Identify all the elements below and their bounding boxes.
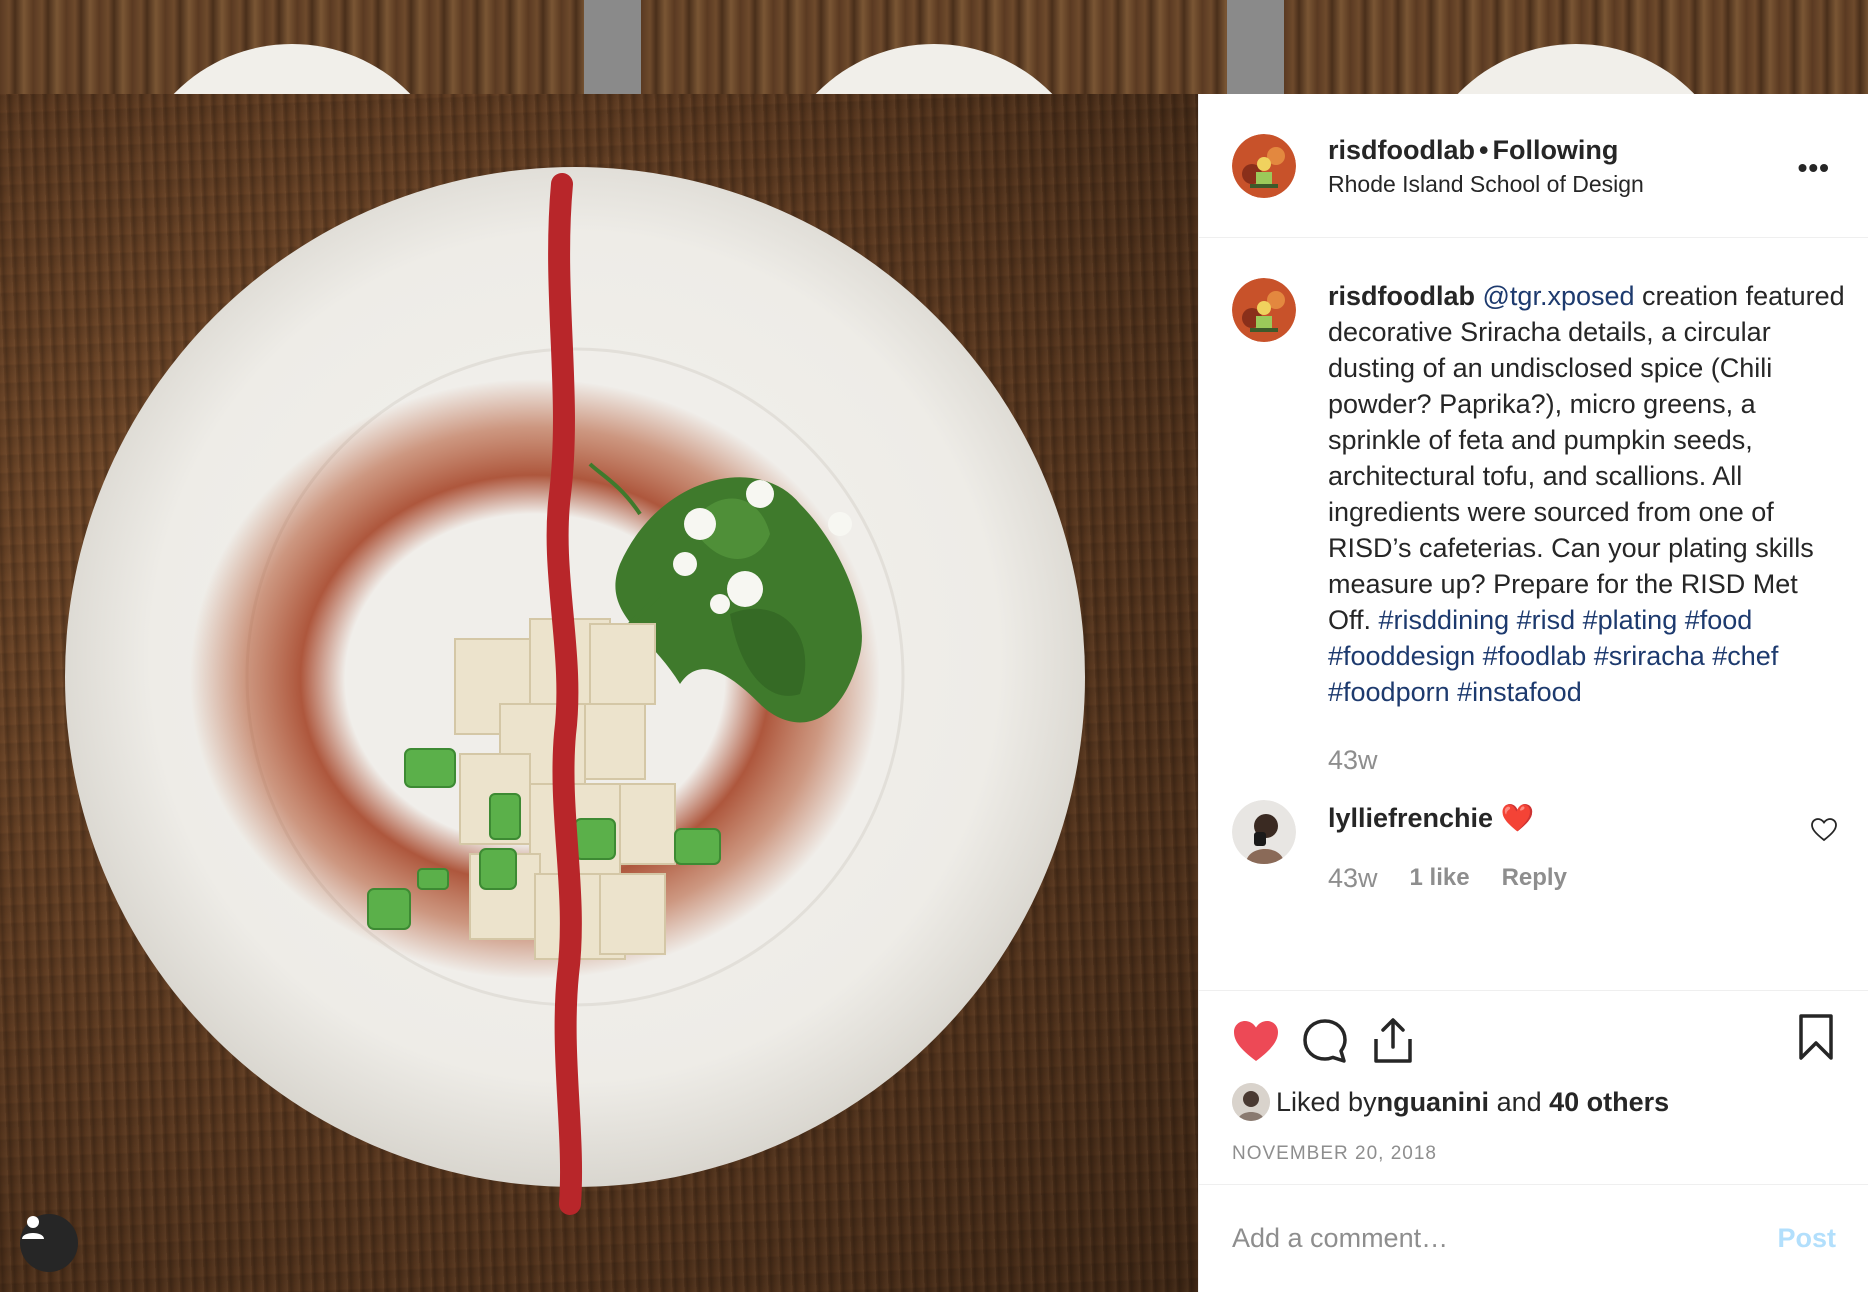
profile-avatar-image	[1232, 278, 1296, 342]
liked-by-and: and	[1489, 1086, 1550, 1117]
caption-timestamp[interactable]: 43w	[1328, 742, 1848, 778]
mention-link[interactable]: @tgr.xposed	[1483, 281, 1635, 311]
comment-row: lylliefrenchie ❤️ 43w 1 like Reply	[1232, 800, 1849, 896]
comment-body: lylliefrenchie ❤️ 43w 1 like Reply	[1328, 800, 1848, 896]
hashtags[interactable]: #risddining #risd #plating #food #foodde…	[1328, 605, 1778, 707]
add-comment-bar: Post	[1199, 1184, 1868, 1292]
user-icon	[22, 1216, 44, 1239]
caption-text: risdfoodlab @tgr.xposed creation feature…	[1328, 278, 1848, 778]
follow-status-button[interactable]: Following	[1492, 135, 1618, 165]
post-details-panel: risdfoodlab • Following Rhode Island Schoo…	[1198, 94, 1868, 1292]
comment-bubble-icon[interactable]	[1302, 1018, 1348, 1064]
background-thumbnail[interactable]	[641, 0, 1227, 94]
comment-text: ❤️	[1500, 803, 1535, 833]
caption-row: risdfoodlab @tgr.xposed creation feature…	[1232, 278, 1849, 778]
liked-by-user[interactable]: nguanini	[1377, 1087, 1489, 1118]
commenter-username[interactable]: lylliefrenchie	[1328, 803, 1493, 833]
location-link[interactable]: Rhode Island School of Design	[1328, 169, 1644, 199]
plated-food-image	[65, 167, 1085, 1215]
save-bookmark-icon[interactable]	[1798, 1013, 1834, 1066]
commenter-avatar[interactable]	[1232, 800, 1296, 864]
caption-username[interactable]: risdfoodlab	[1328, 281, 1475, 311]
separator-dot: •	[1479, 134, 1489, 165]
background-thumbnail[interactable]	[0, 0, 584, 94]
grid-gap	[1227, 0, 1284, 94]
liked-by-prefix: Liked by	[1276, 1086, 1377, 1117]
grid-gap	[584, 0, 641, 94]
profile-avatar-image	[1232, 133, 1296, 198]
tagged-users-button[interactable]	[20, 1214, 78, 1272]
comments-section: risdfoodlab @tgr.xposed creation feature…	[1199, 238, 1868, 990]
post-button[interactable]: Post	[1777, 1223, 1836, 1254]
comment-likes-count[interactable]: 1 like	[1410, 860, 1470, 896]
post-header: risdfoodlab • Following Rhode Island Schoo…	[1199, 94, 1868, 238]
share-icon[interactable]	[1370, 1017, 1416, 1065]
liked-by-others[interactable]: 40 others	[1549, 1087, 1669, 1118]
instagram-post-modal: risdfoodlab • Following Rhode Island Schoo…	[0, 0, 1868, 1292]
more-options-icon[interactable]: •••	[1798, 152, 1830, 184]
comment-input[interactable]	[1232, 1223, 1778, 1254]
caption-avatar[interactable]	[1232, 278, 1296, 342]
like-heart-icon[interactable]	[1232, 1019, 1280, 1063]
avatar[interactable]	[1232, 133, 1296, 198]
background-thumbnail[interactable]	[1284, 0, 1868, 94]
post-actions: Liked by nguanini and 40 others NOVEMBER…	[1199, 990, 1868, 1191]
reply-button[interactable]: Reply	[1502, 860, 1567, 896]
header-username[interactable]: risdfoodlab	[1328, 135, 1475, 165]
commenter-avatar-image	[1232, 800, 1296, 864]
post-date[interactable]: NOVEMBER 20, 2018	[1232, 1143, 1836, 1165]
comment-timestamp[interactable]: 43w	[1328, 860, 1378, 896]
like-comment-heart-icon[interactable]	[1811, 818, 1837, 842]
caption-body: creation featured decorative Sriracha de…	[1328, 281, 1845, 635]
post-photo[interactable]	[0, 94, 1198, 1292]
